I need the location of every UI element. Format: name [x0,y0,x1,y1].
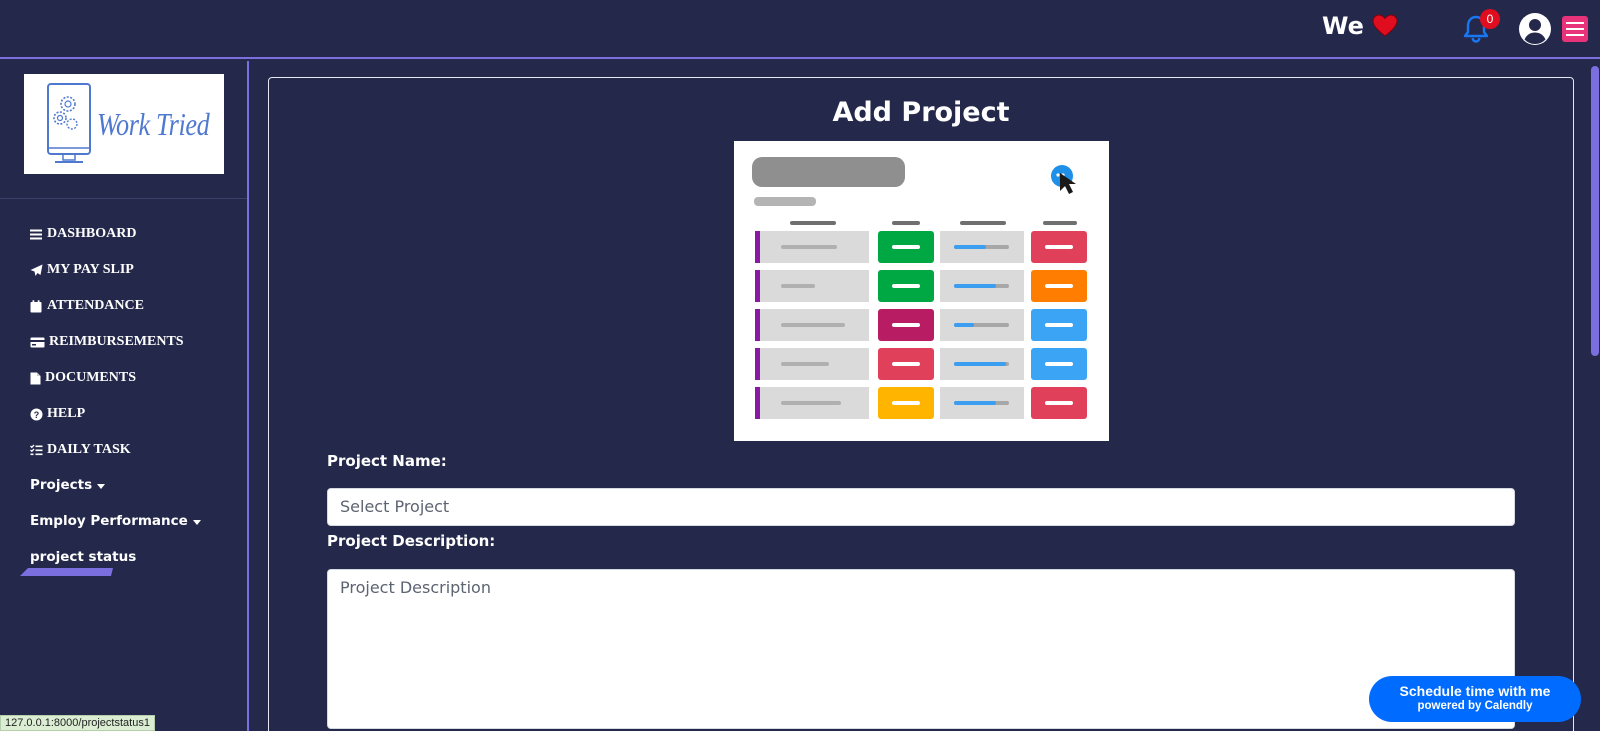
project-description-label: Project Description: [327,532,496,550]
sidebar-item-label: Projects [30,477,93,493]
illustration-row-4 [755,348,1087,380]
sidebar-item-documents[interactable]: DOCUMENTS [30,370,136,386]
project-description-textarea[interactable]: Project Description [327,569,1515,729]
add-project-card: Add Project Project Name: Select Project… [268,77,1574,731]
hamburger-menu-button[interactable] [1562,16,1588,42]
we-label: We [1322,12,1364,40]
project-board-illustration [734,141,1109,441]
sidebar-item-reimbursements[interactable]: REIMBURSEMENTS [30,334,184,350]
project-name-label: Project Name: [327,452,447,470]
calendar-icon [30,299,42,312]
sidebar-item-label: Employ Performance [30,513,188,529]
active-item-highlight [20,568,113,576]
sidebar-item-label: HELP [47,406,86,421]
sidebar-item-my-pay-slip[interactable]: MY PAY SLIP [30,262,134,278]
sidebar-item-employ-performance[interactable]: Employ Performance [30,513,201,529]
we-love-text: We [1322,12,1398,40]
calendly-schedule-button[interactable]: Schedule time with me powered by Calendl… [1369,676,1581,722]
credit-card-icon [30,337,45,347]
sidebar-item-daily-task[interactable]: DAILY TASK [30,442,131,458]
illustration-row-5 [755,387,1087,419]
sidebar-item-label: ATTENDANCE [47,298,144,313]
top-navbar: We 0 [0,0,1600,59]
company-logo[interactable]: Work Tried [24,74,224,174]
project-name-select[interactable]: Select Project [327,488,1515,526]
bars-icon [30,229,42,239]
sidebar-item-projects[interactable]: Projects [30,477,106,493]
page-scrollbar-thumb[interactable] [1591,66,1599,356]
sidebar-item-label: REIMBURSEMENTS [49,334,184,349]
sidebar-item-dashboard[interactable]: DASHBOARD [30,226,136,242]
list-check-icon [30,444,43,455]
svg-text:?: ? [34,410,40,420]
sidebar-item-label: DAILY TASK [47,442,131,457]
page-title: Add Project [832,97,1010,128]
computer-gear-icon [47,83,91,163]
calendly-title: Schedule time with me [1399,683,1551,699]
illustration-row-1 [755,231,1087,263]
sidebar-divider [0,198,247,199]
user-circle-icon[interactable] [1518,12,1552,46]
sidebar: Work Tried [0,61,249,731]
file-icon [30,372,41,384]
sidebar-item-label: MY PAY SLIP [47,262,134,277]
sidebar-item-help[interactable]: ? HELP [30,406,85,422]
caret-down-icon [97,484,106,489]
calendly-subtitle: powered by Calendly [1417,700,1533,712]
logo-text: Work Tried [97,106,210,142]
status-bar-url: 127.0.0.1:8000/projectstatus1 [0,715,155,731]
illustration-row-2 [755,270,1087,302]
project-board-graphic [752,157,1087,419]
illustration-row-3 [755,309,1087,341]
sidebar-item-label: project status [30,549,137,565]
sidebar-item-attendance[interactable]: ATTENDANCE [30,298,144,314]
notification-badge: 0 [1480,9,1500,29]
heart-icon [1372,14,1398,37]
sidebar-item-label: DOCUMENTS [45,370,137,385]
question-circle-icon: ? [30,408,43,420]
caret-down-icon [192,520,201,525]
sidebar-item-project-status[interactable]: project status [30,549,136,565]
sidebar-item-label: DASHBOARD [47,226,137,241]
paper-plane-icon [30,264,43,276]
